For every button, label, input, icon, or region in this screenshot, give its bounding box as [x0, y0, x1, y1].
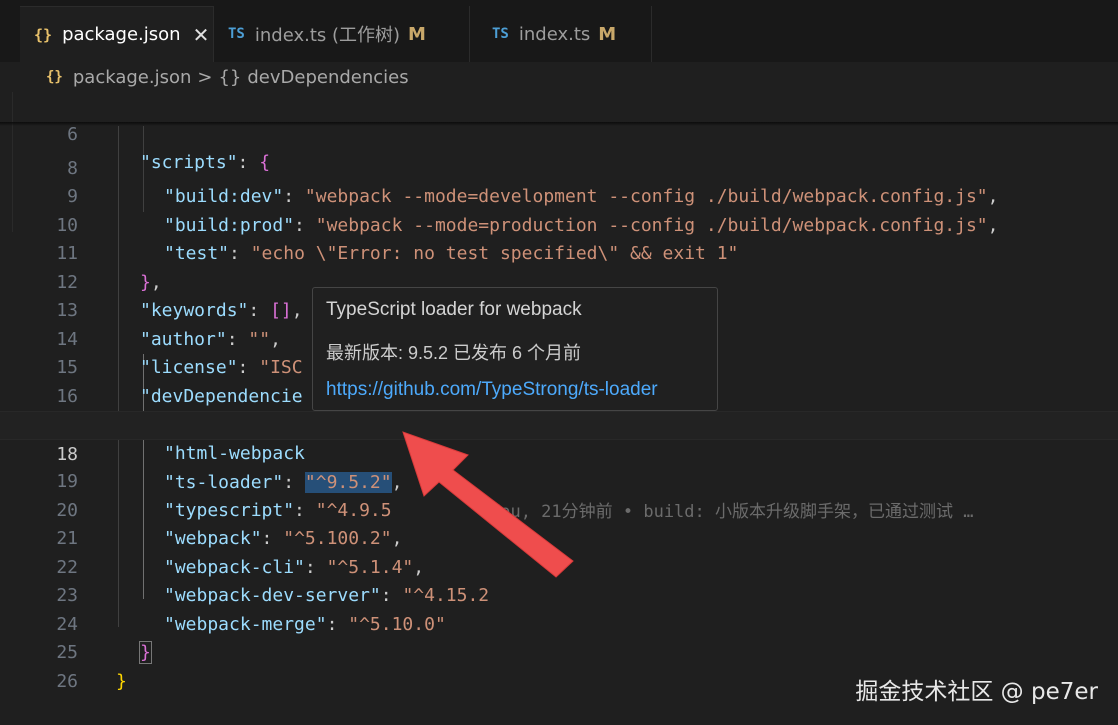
- hover-tooltip: TypeScript loader for webpack 最新版本: 9.5.…: [312, 287, 718, 411]
- code-line: 20 "webpack": "^5.100.2",: [0, 468, 1118, 550]
- object-symbol-icon: {}: [218, 66, 242, 88]
- tab-bar-spacer: [0, 0, 20, 62]
- chevron-right-icon: >: [197, 66, 213, 88]
- code-line: 9 "build:prod": "webpack --mode=producti…: [0, 155, 1118, 236]
- code-line: 25 }: [0, 611, 1118, 692]
- typescript-file-icon: TS: [492, 26, 509, 42]
- editor-tab-bar: {} package.json ✕ TS index.ts (工作树) M TS…: [0, 0, 1118, 62]
- code-line: 11 },: [0, 212, 1118, 293]
- tab-package-json[interactable]: {} package.json ✕: [20, 6, 214, 62]
- code-line: 23 "webpack-merge": "^5.10.0": [0, 554, 1118, 635]
- code-line: 19 "typescript": "^4.9.5: [0, 440, 1118, 521]
- breadcrumb-file[interactable]: package.json: [73, 67, 192, 88]
- code-line: 8 "build:dev": "webpack --mode=developme…: [0, 126, 1118, 208]
- code-line: 12 "keywords": [],: [0, 240, 1118, 322]
- code-line: 22 "webpack-dev-server": "^4.15.2: [0, 525, 1118, 607]
- tab-label: index.ts: [518, 23, 591, 45]
- close-icon[interactable]: ✕: [193, 23, 210, 47]
- hover-title: TypeScript loader for webpack: [326, 299, 582, 320]
- hover-link[interactable]: https://github.com/TypeStrong/ts-loader: [326, 379, 658, 401]
- typescript-file-icon: TS: [228, 26, 245, 42]
- code-line: 6 "scripts": {: [0, 92, 1118, 174]
- code-line: 24 }: [0, 582, 1118, 664]
- code-line: 21 "webpack-cli": "^5.1.4",: [0, 497, 1118, 578]
- watermark: 掘金技术社区 @ pe7er: [855, 679, 1098, 705]
- tab-label: index.ts (工作树): [254, 25, 401, 46]
- tab-index-ts[interactable]: TS index.ts M: [470, 6, 652, 62]
- breadcrumb: {} package.json > {} devDependencies: [0, 62, 1118, 92]
- tab-index-ts-worktree[interactable]: TS index.ts (工作树) M: [214, 6, 470, 62]
- code-line: 10 "test": "echo \"Error: no test specif…: [0, 183, 1118, 265]
- code-line-current: 18 "ts-loader": "^9.5.2", You, 21分钟前 • b…: [0, 411, 1118, 522]
- modified-badge: M: [408, 23, 426, 45]
- breadcrumb-symbol[interactable]: devDependencies: [247, 67, 408, 88]
- line-number: 26: [56, 670, 78, 692]
- line-code: }: [116, 670, 127, 692]
- json-file-icon: {}: [34, 25, 53, 44]
- json-file-icon: {}: [46, 69, 63, 85]
- code-line: 26: [0, 639, 1118, 692]
- modified-badge: M: [598, 23, 617, 45]
- sticky-scroll-shadow: [0, 122, 1118, 126]
- hover-version-info: 最新版本: 9.5.2 已发布 6 个月前: [326, 343, 582, 363]
- tab-label: package.json: [62, 24, 181, 45]
